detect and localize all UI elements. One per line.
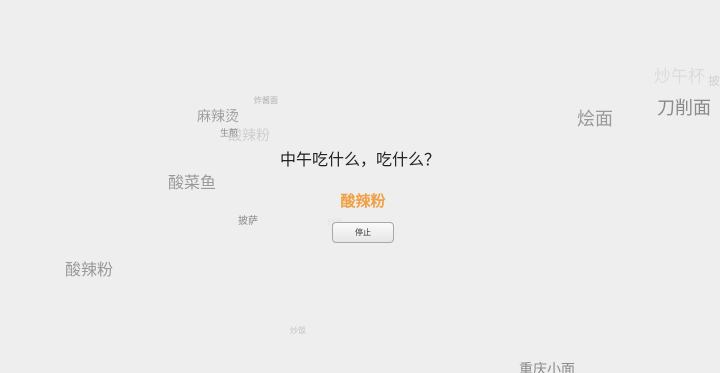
floating-word: 披萨 xyxy=(238,216,258,227)
floating-word: 重庆小面 xyxy=(519,362,575,373)
floating-word: 麻辣烫 xyxy=(197,109,239,125)
selected-food: 酸辣粉 xyxy=(340,192,386,210)
floating-word: 酸菜鱼 xyxy=(168,173,217,192)
floating-word: 炒午杯 xyxy=(654,67,705,87)
floating-word: 披 xyxy=(708,74,720,88)
floating-word: 炸酱面 xyxy=(254,96,278,105)
floating-word: 酸辣粉 xyxy=(65,260,114,279)
question-title: 中午吃什么，吃什么？ xyxy=(279,150,440,169)
canvas: 炒午杯 披 刀削面 烩面 炸酱面 麻辣烫 酸辣粉 生煎 酸菜鱼 披萨 炒面 酸辣… xyxy=(0,0,720,373)
floating-word: 炒饭 xyxy=(290,326,306,335)
floating-word: 刀削面 xyxy=(657,98,711,119)
stop-button[interactable]: 停止 xyxy=(332,222,394,243)
floating-word: 生煎 xyxy=(220,129,239,139)
floating-word: 烩面 xyxy=(577,109,613,130)
